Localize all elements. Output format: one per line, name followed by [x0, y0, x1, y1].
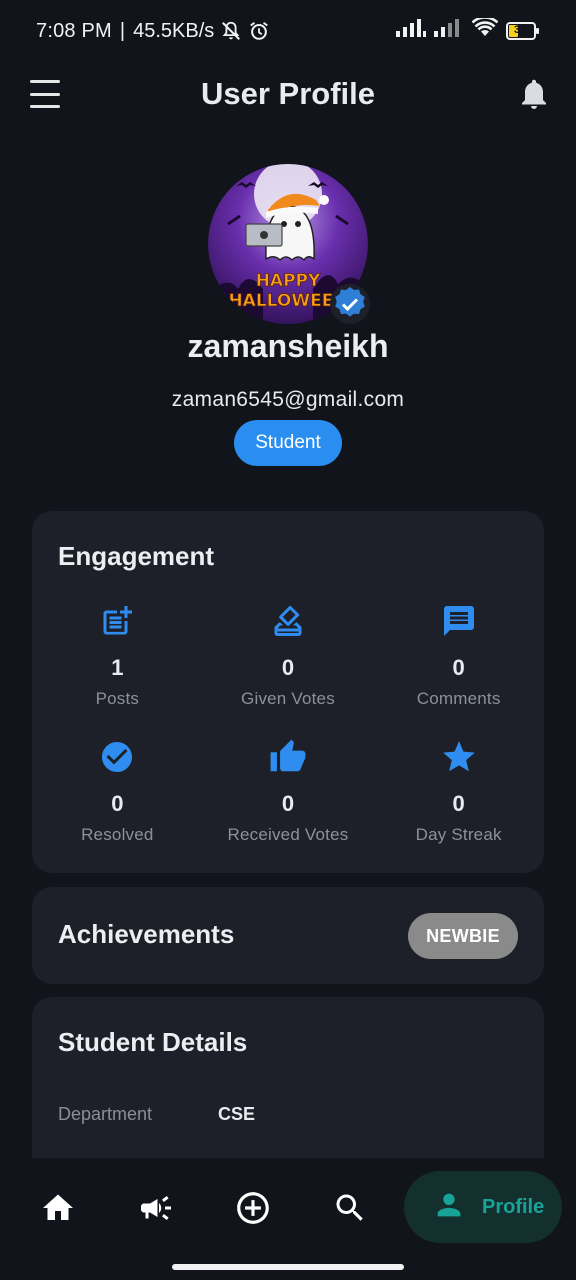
student-details-card: Student Details Department CSE	[32, 997, 544, 1177]
search-icon[interactable]	[326, 1186, 374, 1230]
achievements-card[interactable]: Achievements NEWBIE	[32, 887, 544, 984]
bell-icon[interactable]	[516, 76, 552, 112]
stat-posts: 1 Posts	[32, 601, 203, 715]
username: zamansheikh	[187, 328, 389, 364]
check-circle-icon	[97, 737, 137, 777]
star-icon	[439, 737, 479, 777]
home-icon[interactable]	[34, 1186, 82, 1230]
stat-received-votes-value: 0	[281, 791, 295, 816]
add-circle-icon[interactable]	[229, 1186, 277, 1230]
mute-bell-icon	[220, 20, 242, 42]
stat-received-votes-label: Received Votes	[227, 825, 349, 844]
comment-icon	[439, 601, 479, 641]
alarm-icon	[248, 20, 270, 42]
thumb-up-icon	[268, 737, 308, 777]
stat-posts-label: Posts	[95, 689, 140, 708]
engagement-stats: 1 Posts 0 Given Votes 0 Comments 0 Resol…	[32, 601, 544, 851]
menu-icon[interactable]	[30, 80, 60, 108]
stat-day-streak: 0 Day Streak	[373, 737, 544, 851]
achievements-title: Achievements	[58, 919, 235, 949]
student-details-title: Student Details	[58, 1027, 248, 1057]
stat-posts-value: 1	[111, 655, 124, 680]
stat-given-votes-value: 0	[281, 655, 295, 680]
stat-given-votes-label: Given Votes	[241, 689, 335, 708]
battery-icon: 31	[506, 22, 540, 40]
avatar[interactable]: HAPPY HALLOWEEN	[208, 164, 370, 324]
post-add-icon	[97, 601, 137, 641]
email: zaman6545@gmail.com	[171, 388, 405, 411]
detail-row-department: Department CSE	[58, 1104, 255, 1125]
app-bar: User Profile	[0, 62, 576, 126]
stat-comments: 0 Comments	[373, 601, 544, 715]
avatar-caption-1: HAPPY	[256, 271, 321, 291]
stat-resolved: 0 Resolved	[32, 737, 203, 851]
verified-check-icon	[330, 284, 370, 324]
stat-resolved-value: 0	[111, 791, 124, 816]
signal-icon	[396, 18, 426, 44]
status-time: 7:08 PM	[36, 19, 112, 42]
achievement-badge[interactable]: NEWBIE	[408, 913, 518, 959]
page-title: User Profile	[200, 76, 375, 111]
stat-comments-label: Comments	[416, 689, 501, 708]
stat-comments-value: 0	[452, 655, 465, 680]
megaphone-icon[interactable]	[132, 1186, 180, 1230]
status-separator: |	[119, 19, 126, 42]
status-bar: 7:08 PM | 45.5KB/s 31	[0, 0, 576, 62]
stat-resolved-label: Resolved	[81, 825, 154, 844]
nav-profile-tab[interactable]: Profile	[404, 1171, 562, 1243]
stat-day-streak-value: 0	[452, 791, 465, 816]
stat-given-votes: 0 Given Votes	[203, 601, 374, 715]
engagement-card: Engagement 1 Posts 0 Given Votes 0 Comme…	[32, 511, 544, 873]
stat-received-votes: 0 Received Votes	[203, 737, 374, 851]
status-net-speed: 45.5KB/s	[133, 19, 215, 42]
battery-level: 31	[514, 24, 527, 36]
engagement-title: Engagement	[58, 541, 215, 571]
gesture-home-bar[interactable]	[172, 1264, 404, 1270]
signal-icon	[434, 18, 464, 44]
role-chip: Student	[234, 420, 342, 466]
person-icon	[432, 1188, 466, 1227]
stat-day-streak-label: Day Streak	[415, 825, 502, 844]
nav-profile-label: Profile	[482, 1195, 545, 1218]
ballot-vote-icon	[268, 601, 308, 641]
bottom-nav: Profile	[0, 1158, 576, 1280]
detail-key: Department	[58, 1104, 153, 1124]
detail-value: CSE	[218, 1104, 256, 1124]
wifi-icon	[471, 16, 499, 44]
